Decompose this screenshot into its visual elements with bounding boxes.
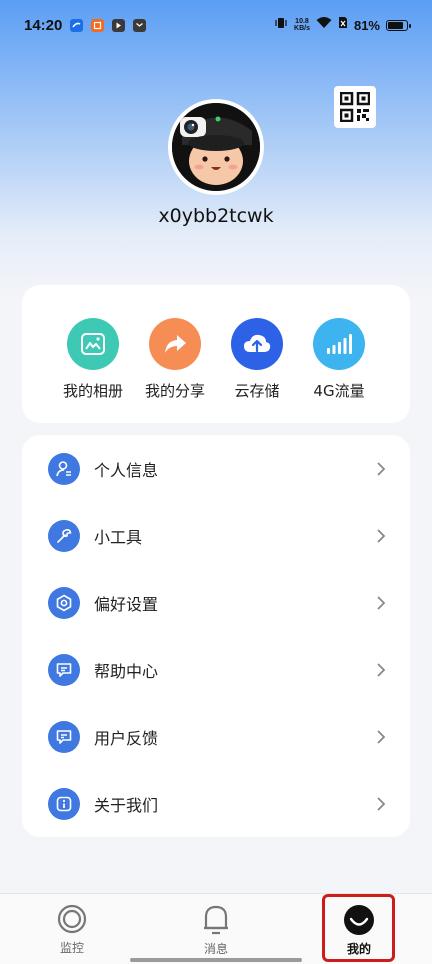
active-tab-highlight — [322, 894, 395, 962]
feedback-icon — [48, 720, 80, 753]
sim-icon — [338, 16, 348, 34]
nav-tab-messages[interactable]: 消息 — [166, 894, 266, 964]
qr-code-icon — [340, 92, 370, 122]
menu-item-tools[interactable]: 小工具 — [22, 502, 410, 569]
avatar[interactable] — [168, 99, 264, 195]
menu-item-label: 偏好设置 — [94, 594, 159, 614]
quick-action-label: 我的分享 — [144, 382, 205, 400]
menu-item-personal-info[interactable]: 个人信息 — [22, 435, 410, 502]
menu-item-feedback[interactable]: 用户反馈 — [22, 703, 410, 770]
vibrate-icon — [274, 16, 288, 35]
wrench-icon — [48, 519, 80, 552]
app-icon-4 — [133, 18, 147, 32]
chevron-right-icon — [377, 729, 386, 744]
app-icon-2 — [91, 18, 105, 32]
info-icon — [48, 787, 80, 820]
home-indicator[interactable] — [130, 958, 302, 962]
cloud-upload-icon — [231, 318, 283, 370]
wifi-icon — [316, 16, 332, 34]
menu-item-label: 小工具 — [94, 527, 143, 547]
settings-menu-card: 个人信息 小工具 偏好设置 帮助中心 用户反馈 关于我们 — [22, 435, 410, 837]
chevron-right-icon — [377, 796, 386, 811]
quick-action-label: 4G流量 — [313, 382, 365, 400]
quick-action-my-album[interactable]: 我的相册 — [49, 318, 137, 401]
chevron-right-icon — [377, 528, 386, 543]
signal-bars-icon — [313, 318, 365, 370]
menu-item-help-center[interactable]: 帮助中心 — [22, 636, 410, 703]
app-icon-3 — [112, 18, 126, 32]
menu-item-label: 关于我们 — [94, 795, 159, 815]
quick-action-cloud-storage[interactable]: 云存储 — [213, 318, 301, 401]
photo-album-icon — [67, 318, 119, 370]
chevron-right-icon — [377, 595, 386, 610]
chat-help-icon — [48, 653, 80, 686]
chevron-right-icon — [377, 662, 386, 677]
username: x0ybb2tcwk — [158, 205, 274, 227]
network-speed: 10.8 KB/s — [294, 18, 310, 32]
quick-action-label: 我的相册 — [62, 382, 123, 400]
nav-tab-monitor[interactable]: 监控 — [22, 894, 122, 964]
chevron-right-icon — [377, 461, 386, 476]
status-bar: 14:20 10.8 KB/s 81% — [0, 0, 432, 50]
status-time: 14:20 — [24, 16, 63, 34]
quick-action-label: 云存储 — [234, 382, 280, 400]
quick-action-4g-data[interactable]: 4G流量 — [295, 318, 383, 401]
settings-hexagon-icon — [48, 586, 80, 619]
battery-percent: 81% — [353, 17, 380, 33]
qr-code-button[interactable] — [334, 86, 376, 128]
menu-item-preferences[interactable]: 偏好设置 — [22, 569, 410, 636]
monitor-ring-icon — [57, 904, 87, 934]
nav-label: 消息 — [203, 942, 228, 956]
menu-item-label: 帮助中心 — [94, 661, 159, 681]
app-icon-1 — [70, 18, 84, 32]
menu-item-label: 个人信息 — [94, 460, 159, 480]
bottom-navigation: 监控 消息 我的 — [0, 893, 432, 964]
share-icon — [149, 318, 201, 370]
menu-item-label: 用户反馈 — [94, 728, 159, 748]
nav-label: 监控 — [59, 941, 84, 955]
person-info-icon — [48, 452, 80, 485]
quick-actions-card: 我的相册 我的分享 云存储 4G流量 — [22, 285, 410, 423]
battery-icon — [386, 19, 411, 31]
bell-icon — [204, 905, 228, 935]
quick-action-my-share[interactable]: 我的分享 — [131, 318, 219, 401]
menu-item-about-us[interactable]: 关于我们 — [22, 770, 410, 837]
